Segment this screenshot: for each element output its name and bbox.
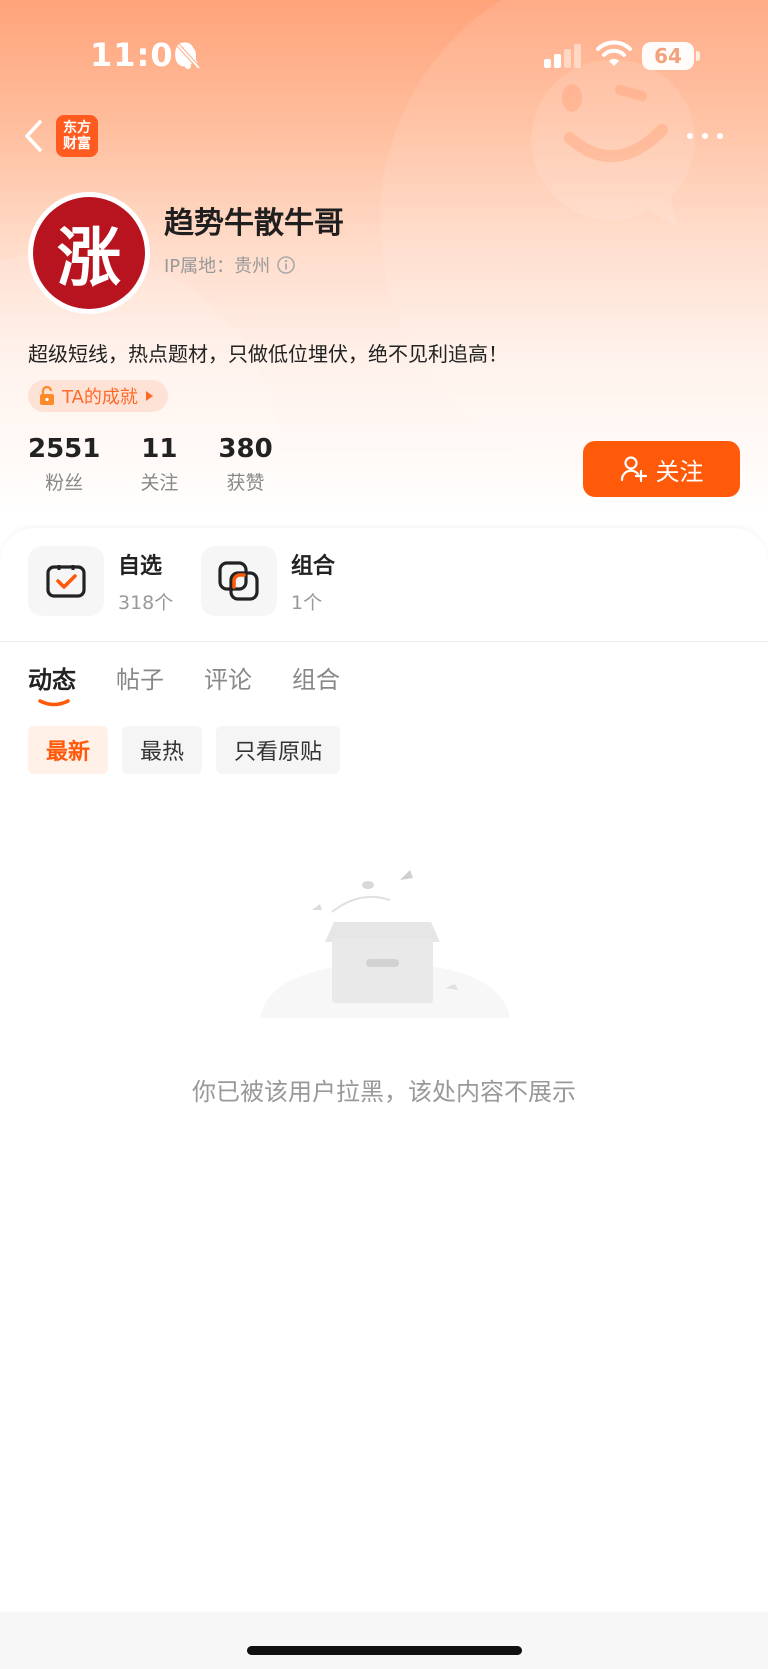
status-bar: 11:00 64 (0, 0, 768, 110)
ip-location-text: IP属地：贵州 (164, 256, 271, 277)
lock-icon (40, 386, 54, 405)
shortcut-watchlist[interactable]: 自选 318个 (28, 546, 173, 616)
tab-active-indicator (38, 699, 70, 707)
stat-following[interactable]: 11 关注 (140, 434, 178, 495)
tab-posts-feed[interactable]: 动态 (28, 660, 76, 707)
battery-indicator: 64 (642, 42, 694, 70)
shortcut-title: 组合 (291, 553, 336, 579)
stat-label: 获赞 (226, 472, 265, 494)
tab-label: 组合 (292, 666, 340, 694)
blocked-empty-message: 你已被该用户拉黑，该处内容不展示 (192, 1078, 576, 1106)
stat-fans[interactable]: 2551 粉丝 (28, 434, 100, 495)
signal-icon (544, 44, 581, 68)
profile-name: 趋势牛散牛哥 (164, 206, 344, 241)
filter-chips: 最新 最热 只看原贴 (28, 726, 341, 774)
battery-cap (696, 51, 700, 61)
shortcut-count: 318个 (118, 591, 174, 614)
tab-portfolios[interactable]: 组合 (292, 660, 340, 695)
achievements-badge[interactable]: TA的成就 (28, 380, 168, 412)
tab-label: 评论 (204, 666, 252, 694)
shortcut-portfolio[interactable]: 组合 1个 (201, 546, 335, 616)
profile-stats: 2551 粉丝 11 关注 380 获赞 (28, 434, 313, 495)
avatar-text: 涨 (57, 221, 121, 296)
portfolio-combo-icon (218, 561, 259, 601)
tab-label: 帖子 (116, 666, 164, 694)
watchlist-check-icon (46, 565, 86, 598)
add-user-icon (620, 456, 647, 483)
profile-bio: 超级短线，热点题材，只做低位埋伏，绝不见利追高！ (28, 342, 508, 366)
tab-threads[interactable]: 帖子 (116, 660, 164, 695)
wifi-icon (596, 40, 632, 66)
achievements-label: TA的成就 (62, 387, 138, 408)
info-icon[interactable] (276, 255, 296, 275)
shortcut-icon-box (28, 546, 104, 616)
filter-latest[interactable]: 最新 (28, 726, 109, 774)
home-bar-area (0, 1612, 768, 1669)
home-indicator[interactable] (247, 1646, 522, 1655)
ip-location: IP属地：贵州 (164, 252, 296, 278)
stat-value: 2551 (28, 434, 101, 464)
more-options-icon[interactable] (686, 132, 726, 140)
app-logo: 东方 财富 (56, 115, 98, 157)
app-logo-line2: 财富 (63, 136, 91, 152)
divider (0, 641, 768, 642)
play-arrow-icon (145, 391, 153, 401)
avatar[interactable]: 涨 (28, 192, 150, 314)
empty-box-illustration-icon (260, 870, 510, 1018)
app-logo-line1: 东方 (63, 120, 91, 136)
back-arrow-icon[interactable] (22, 118, 46, 154)
bell-muted-icon (176, 43, 201, 70)
stat-value: 380 (218, 434, 273, 464)
stat-value: 11 (141, 434, 178, 464)
follow-label: 关注 (655, 457, 704, 486)
content-tabs: 动态 帖子 评论 组合 (28, 660, 380, 707)
shortcut-count: 1个 (291, 591, 323, 614)
shortcut-icon-box (201, 546, 277, 616)
stat-label: 粉丝 (45, 472, 84, 494)
filter-original-only[interactable]: 只看原贴 (216, 726, 341, 774)
tab-comments[interactable]: 评论 (204, 660, 252, 695)
avatar-image: 涨 (33, 197, 145, 309)
stat-label: 关注 (140, 472, 179, 494)
filter-hot[interactable]: 最热 (122, 726, 203, 774)
tab-label: 动态 (28, 666, 76, 694)
follow-button[interactable]: 关注 (583, 441, 740, 497)
shortcut-title: 自选 (118, 553, 163, 579)
stat-likes[interactable]: 380 获赞 (218, 434, 272, 495)
